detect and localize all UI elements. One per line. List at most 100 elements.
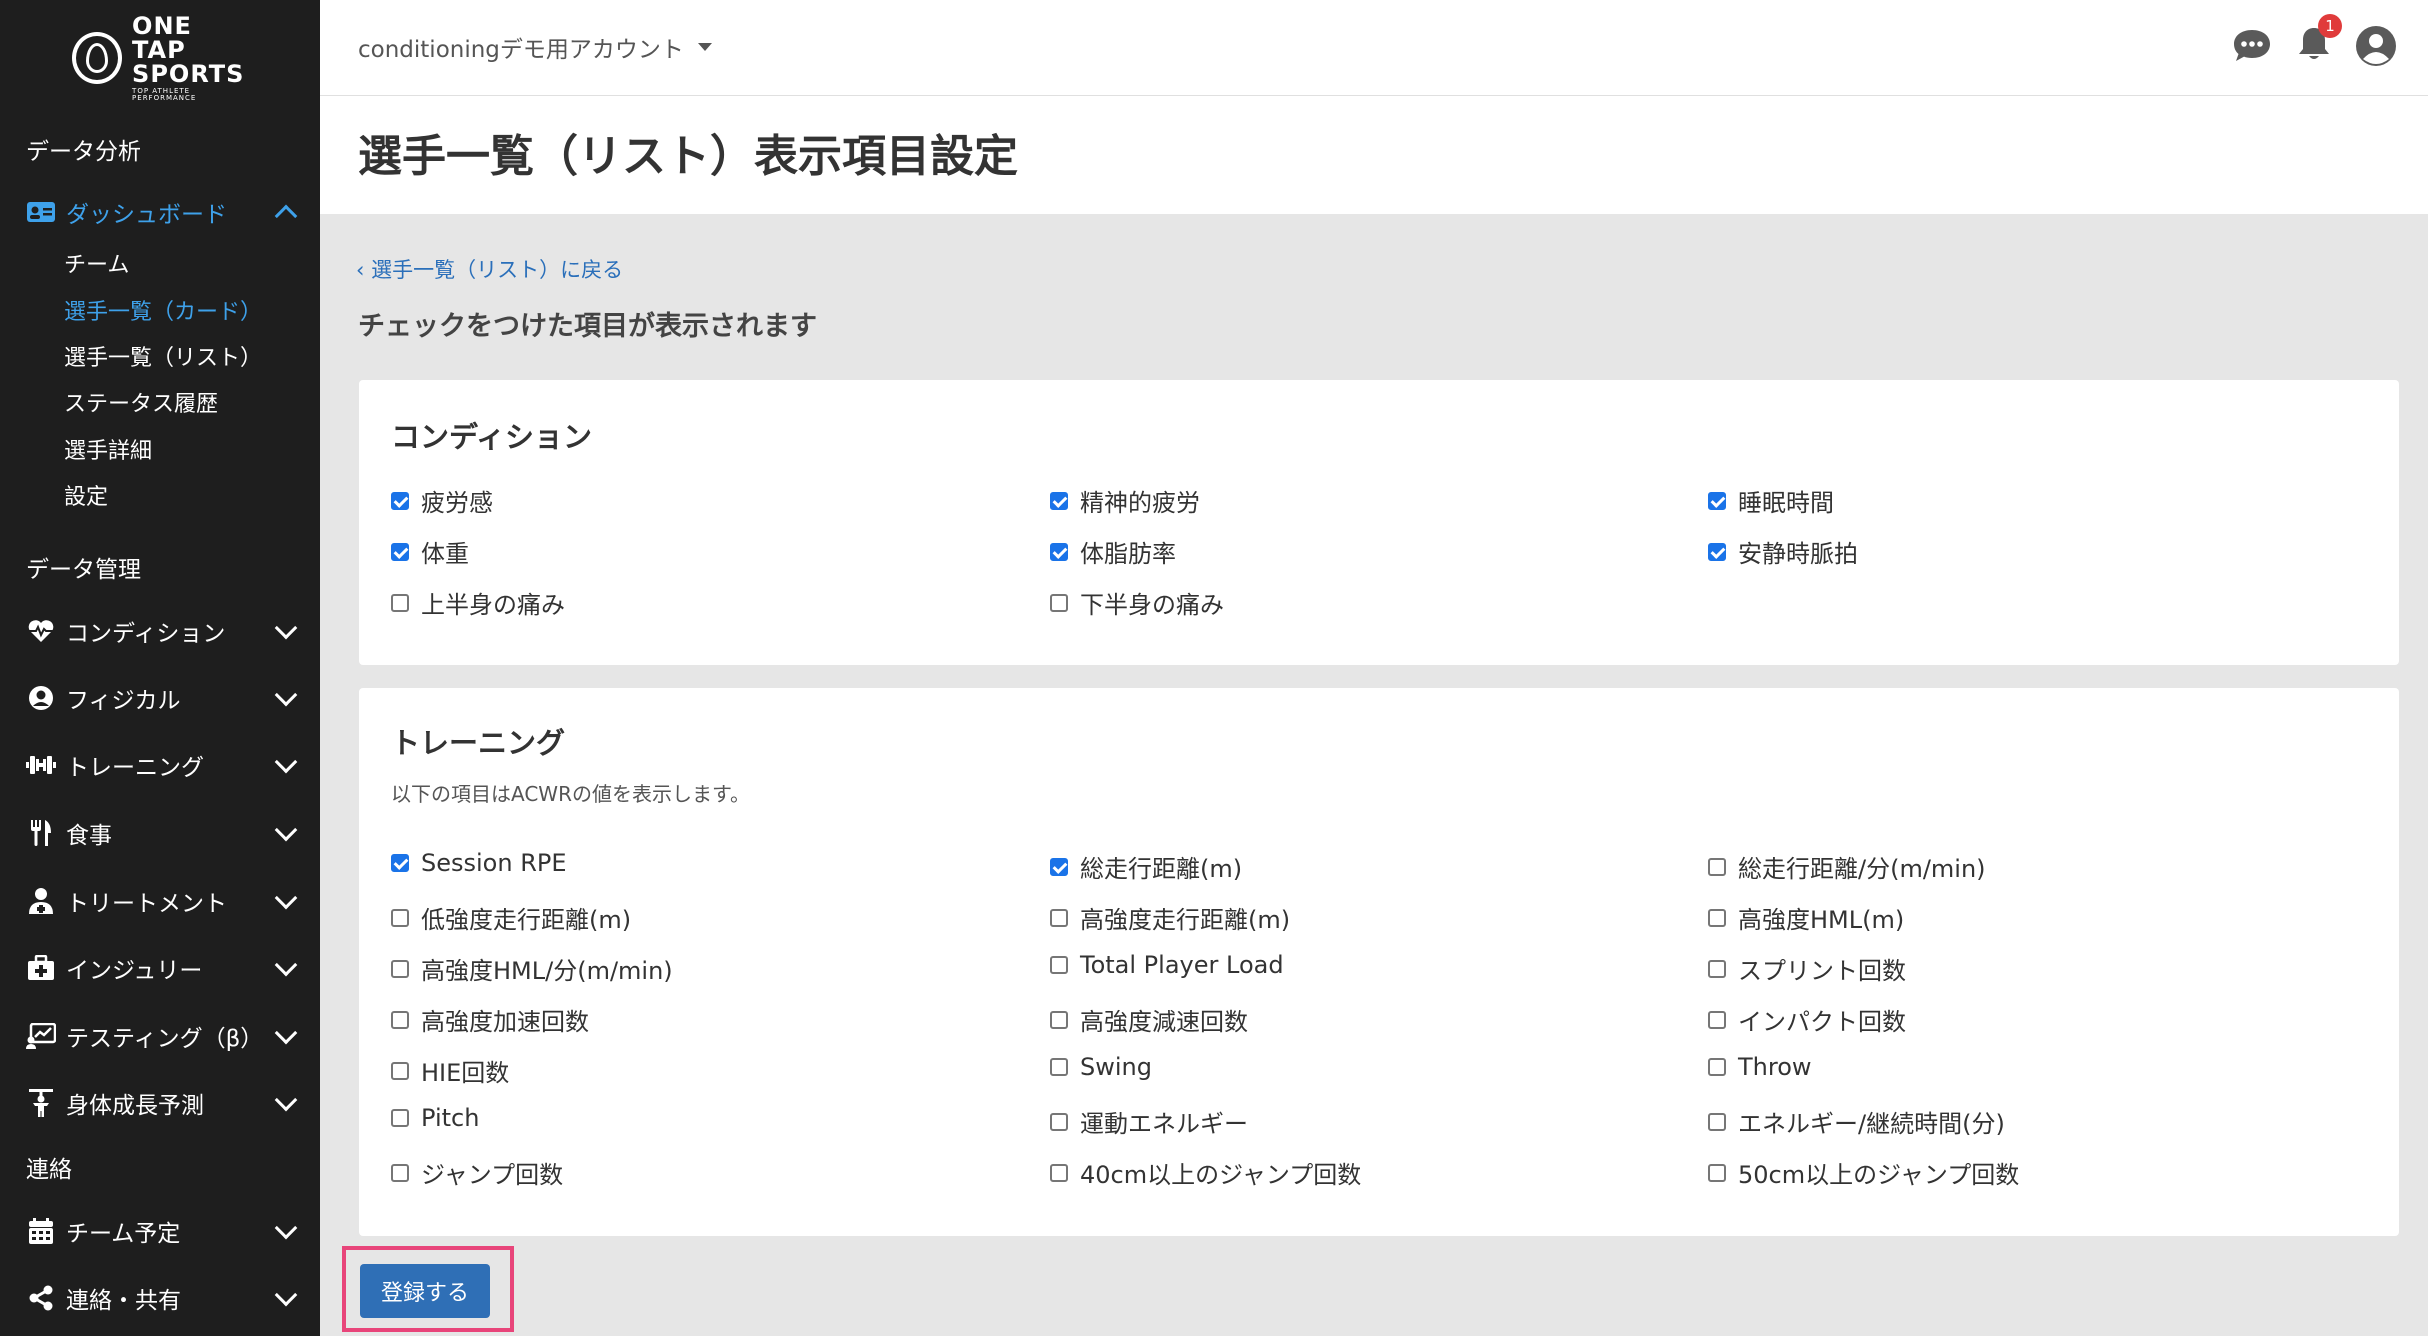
checkbox-checked[interactable] xyxy=(1050,491,1068,510)
chevron-down-icon xyxy=(274,1021,298,1045)
checkbox-unchecked[interactable] xyxy=(1050,593,1068,612)
notification-count-badge: 1 xyxy=(2318,14,2342,38)
checkbox-unchecked[interactable] xyxy=(391,1010,409,1029)
checkbox-option[interactable]: 50cm以上のジャンプ回数 xyxy=(1708,1155,2019,1190)
checkbox-option[interactable]: 疲労感 xyxy=(391,483,493,518)
checkbox-option[interactable]: インパクト回数 xyxy=(1708,1002,1906,1037)
checkbox-unchecked[interactable] xyxy=(391,593,409,612)
sidebar-subitem-player-detail[interactable]: 選手詳細 xyxy=(64,433,152,465)
sidebar-subitem-player-list-card[interactable]: 選手一覧（カード） xyxy=(64,294,262,326)
checkbox-option[interactable]: 体脂肪率 xyxy=(1050,534,1176,569)
sidebar-item-growth-prediction[interactable]: 身体成長予測 xyxy=(26,1083,298,1123)
training-card: トレーニング 以下の項目はACWRの値を表示します。 Session RPE 総走… xyxy=(359,688,2399,1236)
sidebar-subitem-player-list[interactable]: 選手一覧（リスト） xyxy=(64,340,262,372)
checkbox-option[interactable]: 睡眠時間 xyxy=(1708,483,1834,518)
checkbox-checked[interactable] xyxy=(1050,542,1068,561)
checkbox-option[interactable]: 運動エネルギー xyxy=(1050,1104,1248,1139)
sidebar-item-share[interactable]: 連絡・共有 xyxy=(26,1278,298,1318)
sidebar-item-testing[interactable]: テスティング（β） xyxy=(26,1016,298,1056)
checkbox-label: 精神的疲労 xyxy=(1080,489,1200,517)
sidebar-item-team-schedule[interactable]: チーム予定 xyxy=(26,1211,298,1251)
app-logo[interactable]: ONE TAP SPORTS TOP ATHLETE PERFORMANCE xyxy=(72,14,252,102)
sidebar-item-label: フィジカル xyxy=(66,688,181,714)
checkbox-option[interactable]: 体重 xyxy=(391,534,469,569)
notification-bell[interactable]: 1 xyxy=(2292,14,2342,68)
sidebar-item-condition[interactable]: コンディション xyxy=(26,611,298,651)
checkbox-checked[interactable] xyxy=(1708,491,1726,510)
checkbox-checked[interactable] xyxy=(1708,542,1726,561)
checkbox-option[interactable]: スプリント回数 xyxy=(1708,951,1906,986)
checkbox-label: 運動エネルギー xyxy=(1080,1110,1248,1138)
checkbox-option[interactable]: 高強度走行距離(m) xyxy=(1050,900,1290,935)
condition-card: コンディション 疲労感 精神的疲労 睡眠時間 体重 体脂肪率 安静時脈拍 上半身の痛み 下半身… xyxy=(359,380,2399,665)
checkbox-option[interactable]: 高強度加速回数 xyxy=(391,1002,589,1037)
submit-button[interactable]: 登録する xyxy=(360,1264,490,1318)
chevron-down-icon xyxy=(274,1283,298,1307)
checkbox-unchecked[interactable] xyxy=(1050,1058,1068,1076)
checkbox-option[interactable]: ジャンプ回数 xyxy=(391,1155,563,1190)
checkbox-unchecked[interactable] xyxy=(1708,908,1726,927)
checkbox-option[interactable]: 下半身の痛み xyxy=(1050,585,1224,620)
id-card-icon xyxy=(26,197,56,227)
checkbox-unchecked[interactable] xyxy=(1708,1058,1726,1076)
checkbox-option[interactable]: 総走行距離/分(m/min) xyxy=(1708,849,1986,884)
checkbox-checked[interactable] xyxy=(391,491,409,510)
checkbox-option[interactable]: HIE回数 xyxy=(391,1053,509,1088)
checkbox-unchecked[interactable] xyxy=(391,1061,409,1080)
sidebar-item-physical[interactable]: フィジカル xyxy=(26,678,298,718)
checkbox-unchecked[interactable] xyxy=(1708,1112,1726,1131)
checkbox-unchecked[interactable] xyxy=(1050,1163,1068,1182)
checkbox-unchecked[interactable] xyxy=(1708,1163,1726,1182)
checkbox-label: Swing xyxy=(1080,1053,1152,1081)
checkbox-option[interactable]: 高強度HML/分(m/min) xyxy=(391,951,673,986)
checkbox-option[interactable]: Total Player Load xyxy=(1050,951,1284,979)
checkbox-unchecked[interactable] xyxy=(1708,1010,1726,1029)
sidebar-subitem-settings[interactable]: 設定 xyxy=(64,479,108,511)
checkbox-option[interactable]: 高強度減速回数 xyxy=(1050,1002,1248,1037)
checkbox-option[interactable]: Swing xyxy=(1050,1053,1152,1081)
checkbox-checked[interactable] xyxy=(1050,857,1068,876)
checkbox-unchecked[interactable] xyxy=(391,1109,409,1127)
checkbox-option[interactable]: 上半身の痛み xyxy=(391,585,565,620)
chevron-up-icon xyxy=(274,204,298,228)
section-heading-data: データ管理 xyxy=(26,557,141,583)
checkbox-unchecked[interactable] xyxy=(391,908,409,927)
checkbox-option[interactable]: 低強度走行距離(m) xyxy=(391,900,631,935)
checkbox-option[interactable]: Session RPE xyxy=(391,849,567,877)
sidebar-item-injury[interactable]: インジュリー xyxy=(26,948,298,988)
user-avatar-icon[interactable] xyxy=(2354,24,2398,68)
checkbox-checked[interactable] xyxy=(391,854,409,872)
checkbox-label: 低強度走行距離(m) xyxy=(421,906,632,934)
checkbox-unchecked[interactable] xyxy=(1708,959,1726,978)
checkbox-option[interactable]: Pitch xyxy=(391,1104,479,1132)
checkbox-option[interactable]: エネルギー/継続時間(分) xyxy=(1708,1104,2005,1139)
page-header: 選手一覧（リスト）表示項目設定 xyxy=(320,96,2428,214)
sidebar-item-training[interactable]: トレーニング xyxy=(26,745,298,785)
heartbeat-icon xyxy=(26,616,56,646)
back-link[interactable]: ‹ 選手一覧（リスト）に戻る xyxy=(356,254,623,284)
checkbox-unchecked[interactable] xyxy=(1050,1010,1068,1029)
sidebar: ONE TAP SPORTS TOP ATHLETE PERFORMANCE デ… xyxy=(0,0,320,1336)
sidebar-item-treatment[interactable]: トリートメント xyxy=(26,881,298,921)
sidebar-item-dashboard[interactable]: ダッシュボード xyxy=(26,192,298,232)
checkbox-unchecked[interactable] xyxy=(1050,956,1068,974)
chat-icon[interactable] xyxy=(2230,24,2274,68)
checkbox-option[interactable]: 安静時脈拍 xyxy=(1708,534,1858,569)
sidebar-subitem-status-history[interactable]: ステータス履歴 xyxy=(64,386,218,418)
logo-tagline: TOP ATHLETE PERFORMANCE xyxy=(132,87,197,102)
checkbox-option[interactable]: 総走行距離(m) xyxy=(1050,849,1242,884)
checkbox-unchecked[interactable] xyxy=(391,1163,409,1182)
checkbox-unchecked[interactable] xyxy=(391,959,409,978)
sidebar-subitem-team[interactable]: チーム xyxy=(64,247,129,279)
checkbox-unchecked[interactable] xyxy=(1050,908,1068,927)
account-switcher[interactable]: conditioningデモ用アカウント xyxy=(358,30,712,64)
checkbox-unchecked[interactable] xyxy=(1050,1112,1068,1131)
checkbox-option[interactable]: 精神的疲労 xyxy=(1050,483,1200,518)
sidebar-item-label: ダッシュボード xyxy=(66,202,227,228)
checkbox-option[interactable]: 40cm以上のジャンプ回数 xyxy=(1050,1155,1361,1190)
checkbox-option[interactable]: Throw xyxy=(1708,1053,1812,1081)
sidebar-item-meal[interactable]: 食事 xyxy=(26,813,298,853)
checkbox-unchecked[interactable] xyxy=(1708,857,1726,876)
checkbox-checked[interactable] xyxy=(391,542,409,561)
checkbox-option[interactable]: 高強度HML(m) xyxy=(1708,900,1904,935)
